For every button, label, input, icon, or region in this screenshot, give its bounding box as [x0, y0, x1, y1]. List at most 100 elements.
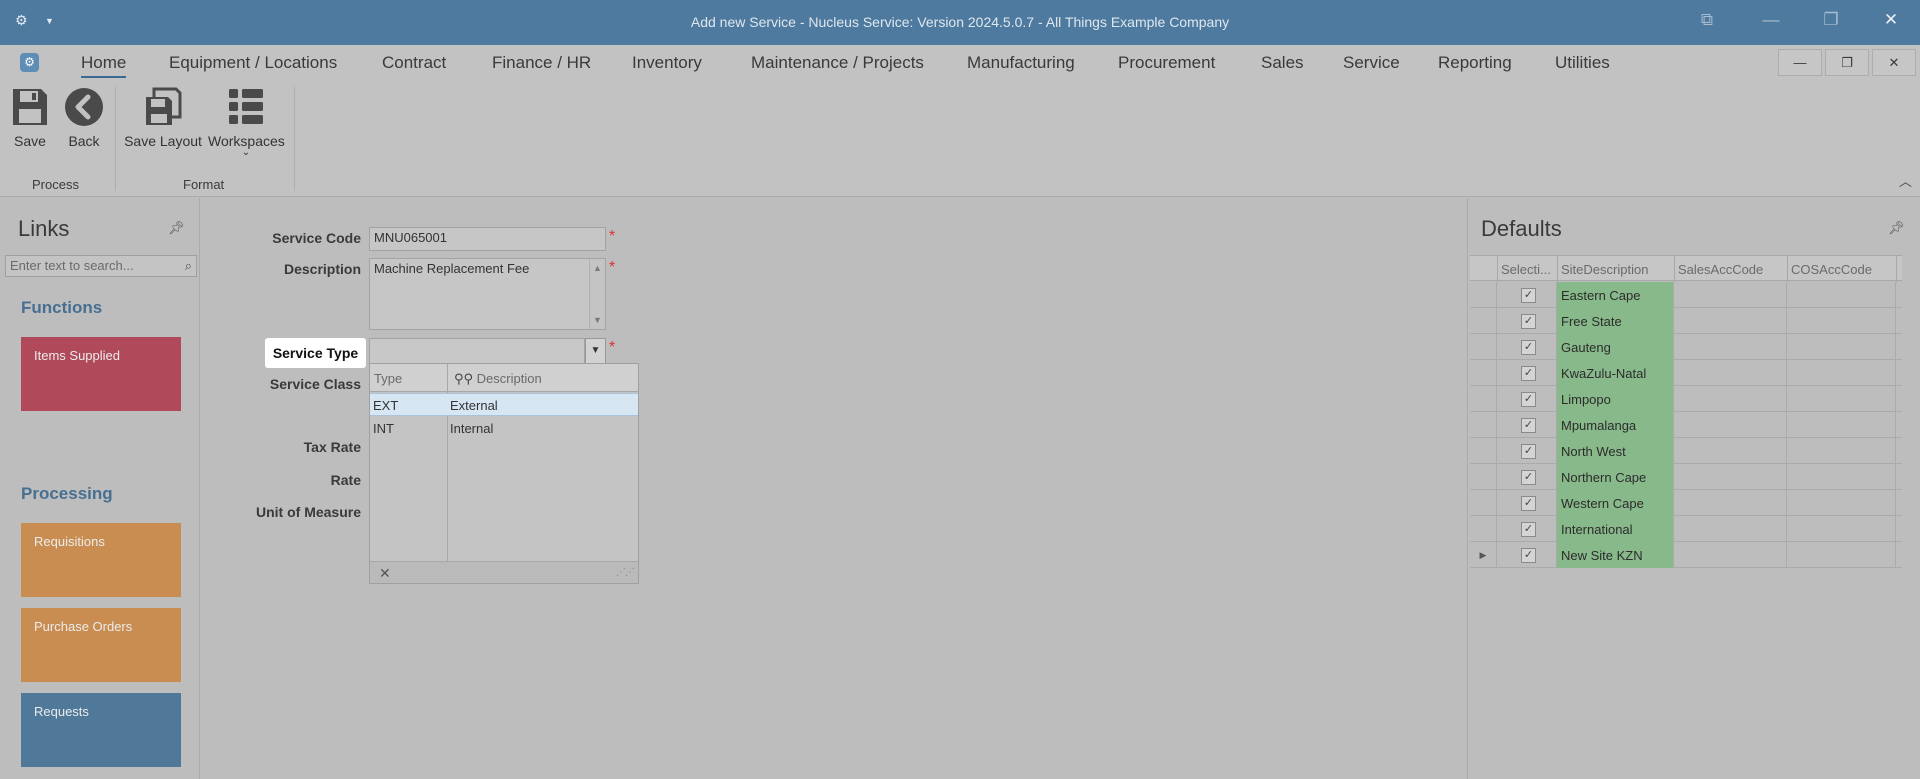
selection-checkbox[interactable]: ✓ [1521, 366, 1536, 381]
description-field[interactable]: Machine Replacement Fee ▲ ▼ [369, 258, 606, 330]
row-indicator[interactable] [1470, 386, 1497, 412]
pin-icon[interactable]: 📌︎ [1888, 220, 1905, 236]
mdi-restore-button[interactable]: ❐ [1825, 49, 1869, 76]
cos-acc-code-cell[interactable] [1787, 490, 1896, 516]
site-description-cell[interactable]: Limpopo [1557, 386, 1674, 412]
scroll-up-icon[interactable]: ▲ [590, 263, 605, 273]
menu-contract[interactable]: Contract [382, 53, 446, 73]
menu-manufacturing[interactable]: Manufacturing [967, 53, 1075, 73]
menu-service[interactable]: Service [1343, 53, 1400, 73]
cos-acc-code-cell[interactable] [1787, 412, 1896, 438]
clear-close-icon[interactable]: ✕ [379, 565, 391, 582]
row-indicator[interactable] [1470, 490, 1497, 516]
site-description-cell[interactable]: Mpumalanga [1557, 412, 1674, 438]
site-description-cell[interactable]: Eastern Cape [1557, 282, 1674, 308]
col-sales-acc-code-header[interactable]: SalesAccCode [1678, 262, 1763, 277]
grid-row[interactable]: ✓ Limpopo [1470, 386, 1902, 412]
grid-row[interactable]: ✓ International [1470, 516, 1902, 542]
service-type-combo[interactable] [369, 338, 585, 364]
menu-home[interactable]: Home [81, 53, 127, 78]
site-description-cell[interactable]: North West [1557, 438, 1674, 464]
back-button[interactable]: Back [64, 87, 104, 149]
cos-acc-code-cell[interactable] [1787, 438, 1896, 464]
row-indicator[interactable] [1470, 516, 1497, 542]
col-site-description-header[interactable]: SiteDescription [1561, 262, 1648, 277]
menu-procurement[interactable]: Procurement [1118, 53, 1215, 73]
menu-inventory[interactable]: Inventory [632, 53, 702, 73]
col-description-header[interactable]: ⚲⚲ Description [454, 371, 542, 387]
sales-acc-code-cell[interactable] [1674, 542, 1787, 568]
popup-row-ext[interactable]: EXT External [370, 393, 638, 416]
app-logo-icon[interactable]: ⚙ [20, 53, 39, 72]
selection-checkbox[interactable]: ✓ [1521, 418, 1536, 433]
col-selection-header[interactable]: Selecti... [1501, 262, 1555, 277]
grid-row[interactable]: ✓ Free State [1470, 308, 1902, 334]
cos-acc-code-cell[interactable] [1787, 334, 1896, 360]
search-icon[interactable]: ⌕ [185, 258, 192, 274]
cos-acc-code-cell[interactable] [1787, 308, 1896, 334]
cos-acc-code-cell[interactable] [1787, 282, 1896, 308]
scroll-down-icon[interactable]: ▼ [590, 315, 605, 325]
row-indicator[interactable] [1470, 412, 1497, 438]
mdi-close-button[interactable]: ✕ [1872, 49, 1916, 76]
cos-acc-code-cell[interactable] [1787, 516, 1896, 542]
cos-acc-code-cell[interactable] [1787, 464, 1896, 490]
sales-acc-code-cell[interactable] [1674, 334, 1787, 360]
sales-acc-code-cell[interactable] [1674, 464, 1787, 490]
links-search-input[interactable]: Enter text to search... ⌕ [5, 255, 197, 277]
menu-equipment-locations[interactable]: Equipment / Locations [169, 53, 337, 73]
save-button[interactable]: Save [10, 87, 50, 149]
minimize-window-button[interactable]: — [1756, 10, 1786, 30]
menu-sales[interactable]: Sales [1261, 53, 1304, 73]
restore-layout-icon[interactable]: ⧉ [1692, 10, 1722, 30]
site-description-cell[interactable]: Northern Cape [1557, 464, 1674, 490]
site-description-cell[interactable]: Free State [1557, 308, 1674, 334]
grid-row[interactable]: ✓ Gauteng [1470, 334, 1902, 360]
sales-acc-code-cell[interactable] [1674, 360, 1787, 386]
selection-checkbox[interactable]: ✓ [1521, 496, 1536, 511]
service-code-field[interactable]: MNU065001 [369, 227, 606, 251]
selection-checkbox[interactable]: ✓ [1521, 314, 1536, 329]
menu-finance-hr[interactable]: Finance / HR [492, 53, 591, 73]
site-description-cell[interactable]: Western Cape [1557, 490, 1674, 516]
selection-checkbox[interactable]: ✓ [1521, 522, 1536, 537]
row-indicator[interactable] [1470, 360, 1497, 386]
service-type-dropdown-button[interactable]: ▼ [585, 338, 606, 364]
grid-row[interactable]: ✓ Eastern Cape [1470, 282, 1902, 308]
sales-acc-code-cell[interactable] [1674, 282, 1787, 308]
grid-row[interactable]: ✓ Western Cape [1470, 490, 1902, 516]
close-window-button[interactable]: ✕ [1876, 10, 1906, 30]
resize-grip-icon[interactable]: ⋰⋰ [616, 567, 635, 578]
menu-maintenance-projects[interactable]: Maintenance / Projects [751, 53, 924, 73]
menu-utilities[interactable]: Utilities [1555, 53, 1610, 73]
cos-acc-code-cell[interactable] [1787, 542, 1896, 568]
items-supplied-tile[interactable]: Items Supplied [21, 337, 181, 411]
description-scrollbar[interactable]: ▲ ▼ [589, 259, 605, 329]
selection-checkbox[interactable]: ✓ [1521, 470, 1536, 485]
sales-acc-code-cell[interactable] [1674, 308, 1787, 334]
col-type-header[interactable]: Type [374, 371, 402, 386]
selection-checkbox[interactable]: ✓ [1521, 392, 1536, 407]
cos-acc-code-cell[interactable] [1787, 386, 1896, 412]
row-indicator[interactable] [1470, 438, 1497, 464]
menu-reporting[interactable]: Reporting [1438, 53, 1512, 73]
col-cos-acc-code-header[interactable]: COSAccCode [1791, 262, 1872, 277]
selection-checkbox[interactable]: ✓ [1521, 340, 1536, 355]
grid-row[interactable]: ✓ Mpumalanga [1470, 412, 1902, 438]
mdi-minimize-button[interactable]: — [1778, 49, 1822, 76]
pin-icon[interactable]: 📌︎ [168, 220, 185, 236]
maximize-window-button[interactable]: ❐ [1816, 10, 1846, 30]
row-indicator[interactable] [1470, 464, 1497, 490]
purchase-orders-tile[interactable]: Purchase Orders [21, 608, 181, 682]
selection-checkbox[interactable]: ✓ [1521, 288, 1536, 303]
sales-acc-code-cell[interactable] [1674, 412, 1787, 438]
cos-acc-code-cell[interactable] [1787, 360, 1896, 386]
sales-acc-code-cell[interactable] [1674, 490, 1787, 516]
grid-row[interactable]: ▶ ✓ New Site KZN [1470, 542, 1902, 568]
site-description-cell[interactable]: Gauteng [1557, 334, 1674, 360]
save-layout-button[interactable]: Save Layout [124, 87, 202, 149]
selection-checkbox[interactable]: ✓ [1521, 444, 1536, 459]
row-indicator[interactable] [1470, 334, 1497, 360]
grid-row[interactable]: ✓ Northern Cape [1470, 464, 1902, 490]
grid-row[interactable]: ✓ KwaZulu-Natal [1470, 360, 1902, 386]
